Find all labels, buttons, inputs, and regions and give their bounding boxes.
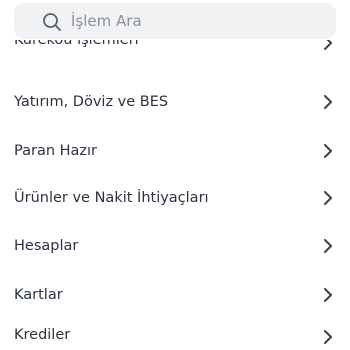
chevron-right-icon [324,288,332,302]
menu-item-label: Yatırım, Döviz ve BES [14,94,169,110]
search-input[interactable] [71,3,321,39]
menu-item-label: Paran Hazır [14,143,98,159]
search-icon [43,13,61,31]
menu-item-partial[interactable]: Kurekou işlemleri [0,40,350,58]
chevron-right-icon [324,330,332,344]
menu-item-paran-hazir[interactable]: Paran Hazır [0,128,350,174]
menu-item-krediler[interactable]: Krediler [0,304,350,350]
chevron-right-icon [324,191,332,205]
menu-item-label: Hesaplar [14,238,79,254]
chevron-right-icon [324,144,332,158]
menu-item-label: Krediler [14,327,71,343]
menu-item-hesaplar[interactable]: Hesaplar [0,223,350,269]
menu-item-label: Kurekou işlemleri [14,40,139,48]
menu-list: Kurekou işlemleri Yatırım, Döviz ve BES … [0,0,350,350]
search-bar[interactable] [14,3,336,39]
menu-item-yatirim[interactable]: Yatırım, Döviz ve BES [0,79,350,125]
menu-item-label: Ürünler ve Nakit İhtiyaçları [14,190,209,206]
chevron-right-icon [324,40,332,50]
chevron-right-icon [324,239,332,253]
menu-item-label: Kartlar [14,287,63,303]
menu-item-urunler[interactable]: Ürünler ve Nakit İhtiyaçları [0,175,350,221]
chevron-right-icon [324,95,332,109]
